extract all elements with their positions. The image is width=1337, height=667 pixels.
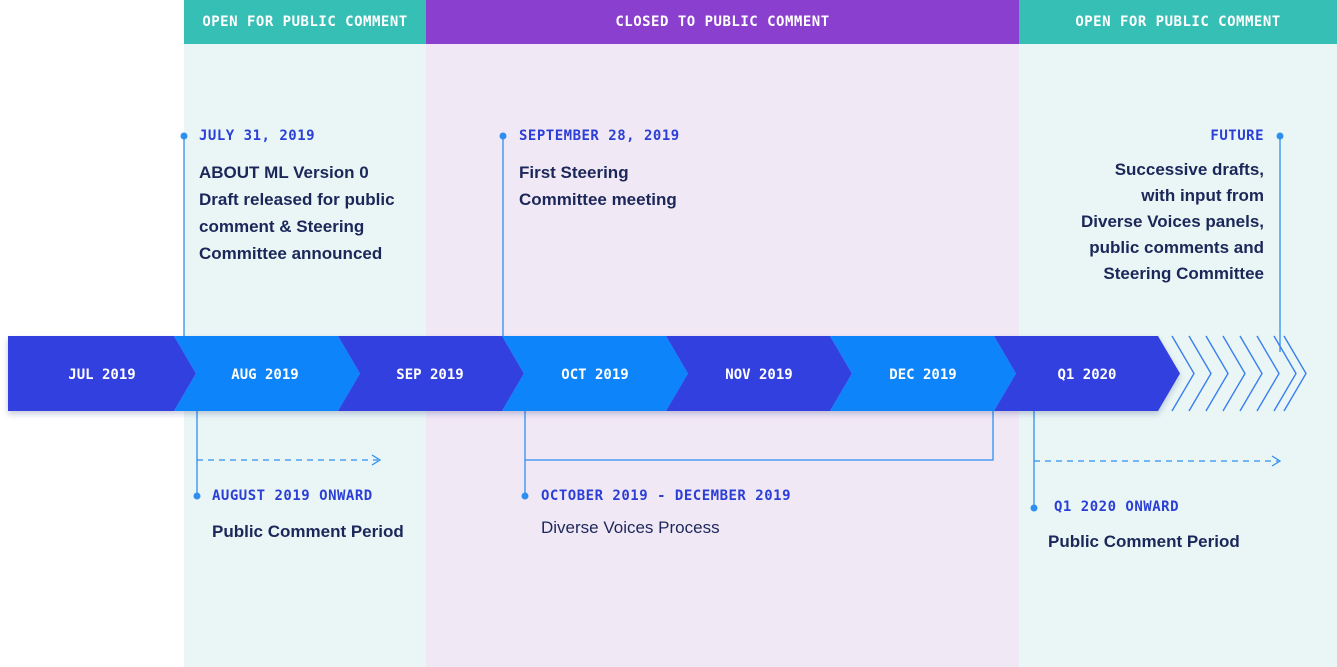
event-title-q1-onward: Public Comment Period (1048, 532, 1240, 551)
event-date-future: FUTURE (1210, 128, 1264, 144)
event-desc-future: Successive drafts, with input from Diver… (1080, 160, 1264, 283)
event-date-july-31: JULY 31, 2019 (199, 128, 316, 144)
event-desc-sep-28: First Steering Committee meeting (519, 163, 677, 209)
month-label: SEP 2019 (396, 367, 463, 383)
month-label: AUG 2019 (231, 367, 298, 383)
month-label: NOV 2019 (725, 367, 792, 383)
month-label: Q1 2020 (1057, 367, 1116, 383)
month-label: DEC 2019 (889, 367, 956, 383)
timeline-band: JUL 2019 AUG 2019 SEP 2019 OCT 2019 NOV … (8, 335, 1307, 412)
event-title-oct-dec: Diverse Voices Process (541, 518, 720, 537)
month-label: JUL 2019 (68, 367, 135, 383)
event-date-aug-onward: AUGUST 2019 ONWARD (212, 488, 373, 504)
future-chevrons (1171, 335, 1307, 412)
event-date-oct-dec: OCTOBER 2019 - DECEMBER 2019 (541, 488, 792, 504)
event-date-q1-onward: Q1 2020 ONWARD (1054, 499, 1180, 515)
event-title-aug-onward: Public Comment Period (212, 522, 404, 541)
event-date-sep-28: SEPTEMBER 28, 2019 (519, 128, 680, 144)
event-desc-july-31: ABOUT ML Version 0 Draft released for pu… (199, 163, 395, 263)
month-label: OCT 2019 (561, 367, 628, 383)
